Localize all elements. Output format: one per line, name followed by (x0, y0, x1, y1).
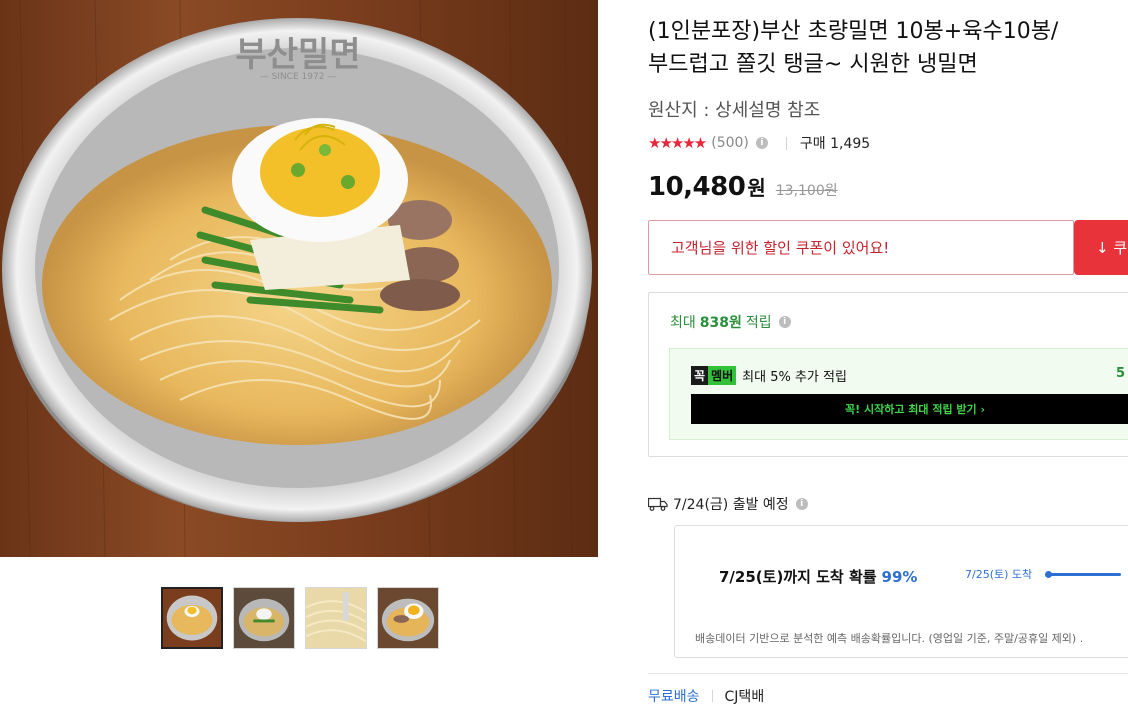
bowl-brand: 부산밀면 (235, 35, 360, 75)
free-shipping-label: 무료배송 (648, 689, 700, 705)
divider (711, 690, 713, 702)
product-title: (1인분포장)부산 초량밀면 10봉+육수10봉/ 부드럽고 쫄깃 탱글~ 시원… (648, 15, 1128, 81)
price-row: 10,480 원 13,100원 (648, 172, 838, 202)
membership-rate: 5 (1116, 366, 1126, 381)
truck-icon (648, 497, 668, 511)
points-summary: 최대 838원 적립 i (670, 312, 791, 332)
title-line-1: (1인분포장)부산 초량밀면 10봉+육수10봉/ (648, 19, 1059, 44)
download-icon-label: ↓ 쿠 (1096, 239, 1128, 257)
delivery-probability-panel: 7/25(토)까지 도착 확률 99% 7/25(토) 도착 배송데이터 기반으로… (674, 525, 1128, 658)
membership-start-button[interactable]: 꼭! 시작하고 최대 적립 받기 › (691, 394, 1128, 424)
thumbnail-3[interactable] (305, 587, 367, 649)
info-icon[interactable]: i (795, 498, 808, 510)
purchase-count: 구매 1,495 (799, 136, 871, 152)
membership-text: 최대 5% 추가 적립 (742, 370, 847, 385)
membership-row: 꼭 멤버 최대 5% 추가 적립 (691, 366, 847, 385)
main-product-image[interactable]: 부산밀면 — SINCE 1972 — (0, 0, 598, 557)
arrival-estimate: 7/25(토)까지 도착 확률 99% (719, 566, 917, 587)
membership-start-label: 꼭! 시작하고 최대 적립 받기 › (845, 403, 986, 416)
info-icon[interactable]: i (755, 137, 768, 149)
arrival-text: 7/25(토)까지 도착 확률 (719, 568, 877, 586)
points-prefix: 최대 (670, 315, 696, 331)
origin-text: 원산지 : 상세설명 참조 (648, 100, 821, 121)
sale-price: 10,480 (648, 172, 746, 202)
review-count-link[interactable]: (500) (711, 135, 749, 151)
membership-logo-green: 멤버 (708, 366, 737, 385)
arrival-date-label: 7/25(토) 도착 (965, 568, 1033, 581)
departure-text: 7/24(금) 출발 예정 (673, 497, 789, 513)
arrival-bar-dot (1045, 571, 1052, 578)
original-price: 13,100원 (775, 183, 838, 199)
coupon-download-button[interactable]: ↓ 쿠 (1074, 220, 1128, 275)
points-panel: 최대 838원 적립 i 꼭 멤버 최대 5% 추가 적립 5 꼭! 시작하고 최… (648, 292, 1128, 457)
bowl-since: — SINCE 1972 — (260, 72, 337, 82)
shipping-departure: 7/24(금) 출발 예정 i (648, 494, 808, 514)
coupon-banner[interactable]: 고객님을 위한 할인 쿠폰이 있어요! (648, 220, 1074, 275)
arrival-percentage: 99% (881, 568, 918, 586)
points-amount: 838원 (699, 315, 742, 331)
membership-promo: 꼭 멤버 최대 5% 추가 적립 5 꼭! 시작하고 최대 적립 받기 › (669, 348, 1128, 440)
coupon-message: 고객님을 위한 할인 쿠폰이 있어요! (671, 239, 890, 257)
divider (648, 673, 1128, 674)
price-unit: 원 (747, 176, 766, 200)
info-icon[interactable]: i (778, 316, 791, 328)
rating-row: ★★★★★ (500) i 구매 1,495 (648, 133, 870, 153)
shipping-method-row: 무료배송 CJ택배 (648, 686, 764, 706)
product-info: (1인분포장)부산 초량밀면 10봉+육수10봉/ 부드럽고 쫄깃 탱글~ 시원… (648, 0, 1128, 713)
courier-label: CJ택배 (724, 689, 765, 705)
arrival-bar (1047, 573, 1121, 576)
thumbnail-4[interactable] (377, 587, 439, 649)
thumbnail-1[interactable] (161, 587, 223, 649)
delivery-note: 배송데이터 기반으로 분석한 예측 배송확률입니다. (영업일 기준, 주말/공… (695, 632, 1084, 645)
thumbnail-2[interactable] (233, 587, 295, 649)
divider (785, 136, 787, 150)
points-suffix: 적립 (745, 315, 772, 331)
star-rating: ★★★★★ (648, 134, 707, 152)
title-line-2: 부드럽고 쫄깃 탱글~ 시원한 냉밀면 (648, 52, 978, 77)
membership-logo: 꼭 (691, 366, 709, 385)
thumbnail-strip (161, 587, 439, 649)
